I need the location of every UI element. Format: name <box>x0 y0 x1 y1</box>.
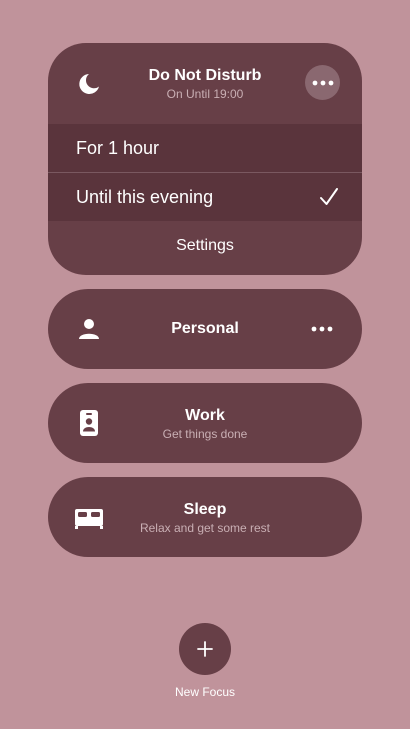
focus-card-personal[interactable]: Personal <box>48 289 362 369</box>
checkmark-icon <box>320 188 338 205</box>
option-label: Until this evening <box>76 187 214 207</box>
focus-card-work[interactable]: Work Get things done <box>48 383 362 463</box>
focus-subtitle: Get things done <box>162 427 248 441</box>
option-label: For 1 hour <box>76 138 160 158</box>
settings-button[interactable]: Settings <box>48 237 362 255</box>
new-focus-button[interactable] <box>179 623 231 675</box>
focus-title: Work <box>185 407 225 424</box>
ellipsis-icon <box>311 326 333 332</box>
personal-more-button[interactable] <box>310 321 334 337</box>
option-until-this-evening[interactable]: Until this evening <box>48 173 362 221</box>
plus-icon <box>197 641 213 657</box>
do-not-disturb-card: Do Not Disturb On Until 19:00 For 1 hour… <box>48 43 362 275</box>
option-for-1-hour[interactable]: For 1 hour <box>48 124 362 172</box>
new-focus-label: New Focus <box>174 685 236 699</box>
focus-subtitle: Relax and get some rest <box>139 521 271 535</box>
ellipsis-icon <box>312 80 333 85</box>
focus-card-sleep[interactable]: Sleep Relax and get some rest <box>48 477 362 557</box>
more-options-button[interactable] <box>305 65 340 100</box>
focus-title: Sleep <box>183 501 227 518</box>
